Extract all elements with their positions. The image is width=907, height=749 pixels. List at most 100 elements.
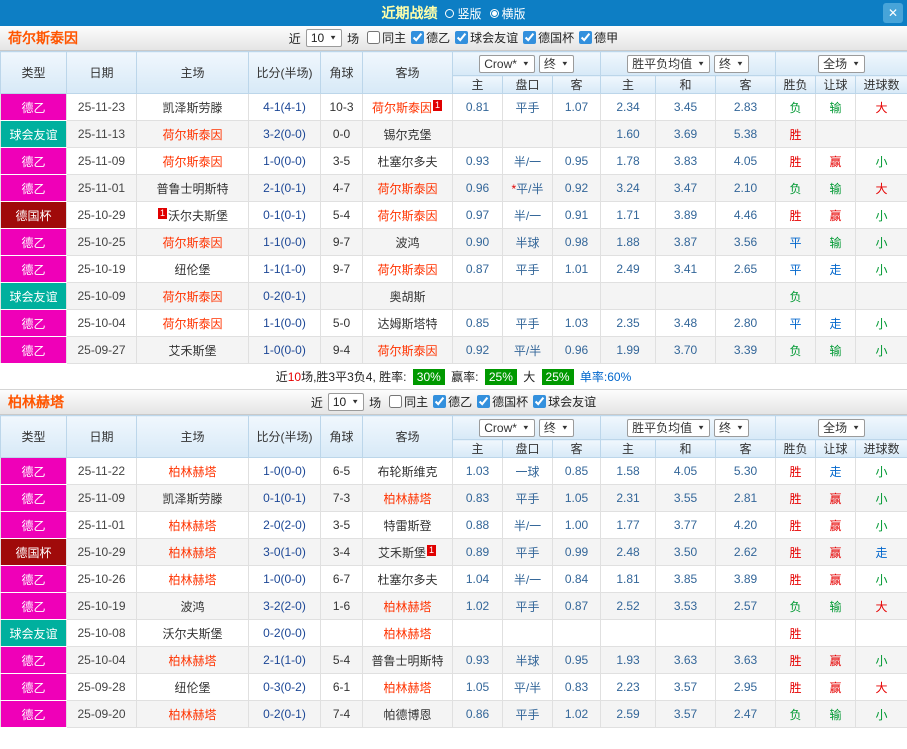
league-checkbox-input[interactable] xyxy=(389,395,403,408)
team-name-link[interactable]: 柏林赫塔 xyxy=(168,654,216,668)
league-filter-option[interactable]: 德国杯 xyxy=(523,29,574,46)
league-checkbox-input[interactable] xyxy=(411,31,425,44)
team-name-link[interactable]: 帕德博恩 xyxy=(383,708,431,722)
team-name-link[interactable]: 柏林赫塔 xyxy=(168,708,216,722)
away-team-cell: 荷尔斯泰因 xyxy=(362,201,453,229)
corner-cell: 9-4 xyxy=(320,336,363,364)
league-filter-option[interactable]: 德甲 xyxy=(579,29,618,46)
team-name-link[interactable]: 荷尔斯泰因 xyxy=(377,263,437,277)
team-name-link[interactable]: 波鸿 xyxy=(180,600,204,614)
league-checkbox-input[interactable] xyxy=(367,31,381,44)
ah-line-cell: 平手 xyxy=(502,484,553,512)
team-name-link[interactable]: 柏林赫塔 xyxy=(168,465,216,479)
team-name-link[interactable]: 柏林赫塔 xyxy=(383,627,431,641)
team-name-link[interactable]: 杜塞尔多夫 xyxy=(377,155,437,169)
eu-draw-odds-cell: 3.77 xyxy=(655,511,717,539)
league-filter-option[interactable]: 同主 xyxy=(389,393,428,410)
subheader-ah-away: 客 xyxy=(551,439,602,458)
league-checkbox-input[interactable] xyxy=(523,31,537,44)
match-count-select[interactable]: 10 ▼ xyxy=(327,393,365,411)
match-row: 德乙 25-10-26 柏林赫塔 1-0(0-0) 6-7 杜塞尔多夫 1.04 半/一 0.8… xyxy=(0,565,907,593)
odds-stage-select[interactable]: 终 ▼ xyxy=(538,54,574,73)
team-name-link[interactable]: 凯泽斯劳滕 xyxy=(162,101,222,115)
layout-horizontal-option[interactable]: 横版 xyxy=(489,5,526,22)
chevron-down-icon: ▼ xyxy=(329,34,338,42)
team-name-link[interactable]: 纽伦堡 xyxy=(174,681,210,695)
league-checkbox-input[interactable] xyxy=(477,395,491,408)
scope-select[interactable]: 全场 ▼ xyxy=(818,418,866,437)
match-count-select[interactable]: 10 ▼ xyxy=(305,29,343,47)
league-checkbox-label: 德乙 xyxy=(448,395,473,409)
team-name-link[interactable]: 波鸿 xyxy=(395,236,419,250)
chevron-down-icon: ▼ xyxy=(521,59,530,67)
match-row: 德国杯 25-10-29 1 沃尔夫斯堡 0-1(0-1) 5-4 荷尔斯泰因 0.97 半/一… xyxy=(0,201,907,229)
team-name-link[interactable]: 荷尔斯泰因 xyxy=(372,101,432,115)
col-header-corner: 角球 xyxy=(320,415,363,458)
league-filter-option[interactable]: 球会友谊 xyxy=(455,29,518,46)
matches-table: 类型 日期 主场 比分(半场) 角球 客场 Crow* ▼ 终 ▼ 胜平负均值 ▼ 终 ▼ … xyxy=(0,415,907,728)
home-team-cell: 荷尔斯泰因 xyxy=(136,147,249,175)
team-name-link[interactable]: 布轮斯维克 xyxy=(377,465,437,479)
team-name-link[interactable]: 特雷斯登 xyxy=(383,519,431,533)
layout-vertical-option[interactable]: 竖版 xyxy=(445,5,482,22)
team-name-link[interactable]: 奥胡斯 xyxy=(389,290,425,304)
team-name-link[interactable]: 柏林赫塔 xyxy=(383,681,431,695)
close-icon[interactable]: ✕ xyxy=(883,3,903,23)
europe-stage-select[interactable]: 终 ▼ xyxy=(714,54,749,73)
eu-home-odds-cell xyxy=(600,282,657,310)
odds-company-select[interactable]: Crow* ▼ xyxy=(479,54,535,73)
team-name-link[interactable]: 普鲁士明斯特 xyxy=(371,654,443,668)
result-cell: 平 xyxy=(775,255,817,283)
team-name-link[interactable]: 荷尔斯泰因 xyxy=(162,155,222,169)
ah-away-odds-cell: 0.95 xyxy=(551,646,602,674)
team-name-link[interactable]: 凯泽斯劳滕 xyxy=(162,492,222,506)
team-name-link[interactable]: 锡尔克堡 xyxy=(383,128,431,142)
team-name-link[interactable]: 沃尔夫斯堡 xyxy=(162,627,222,641)
team-name-link[interactable]: 荷尔斯泰因 xyxy=(162,236,222,250)
eu-draw-odds-cell: 3.55 xyxy=(655,484,717,512)
league-type-cell: 球会友谊 xyxy=(0,120,67,148)
team-name-link[interactable]: 柏林赫塔 xyxy=(383,600,431,614)
team-name-link[interactable]: 纽伦堡 xyxy=(174,263,210,277)
league-filter-option[interactable]: 德国杯 xyxy=(477,393,528,410)
team-name-link[interactable]: 杜塞尔多夫 xyxy=(377,573,437,587)
team-name-link[interactable]: 达姆斯塔特 xyxy=(377,317,437,331)
subheader-eu-draw: 和 xyxy=(655,75,717,94)
team-name-link[interactable]: 荷尔斯泰因 xyxy=(162,290,222,304)
team-name-link[interactable]: 沃尔夫斯堡 xyxy=(168,209,228,223)
league-filter-option[interactable]: 球会友谊 xyxy=(533,393,596,410)
odds-company-select[interactable]: Crow* ▼ xyxy=(479,418,535,437)
team-name-link[interactable]: 柏林赫塔 xyxy=(168,546,216,560)
league-checkbox-input[interactable] xyxy=(579,31,593,44)
team-name-link[interactable]: 艾禾斯堡 xyxy=(168,344,216,358)
team-name-link[interactable]: 普鲁士明斯特 xyxy=(156,182,228,196)
league-filter-option[interactable]: 同主 xyxy=(367,29,406,46)
score-cell: 2-1(0-1) xyxy=(248,174,321,202)
team-name-link[interactable]: 荷尔斯泰因 xyxy=(377,182,437,196)
home-team-cell: 柏林赫塔 xyxy=(136,700,249,728)
away-team-cell: 布轮斯维克 xyxy=(362,457,453,485)
league-checkbox-input[interactable] xyxy=(533,395,547,408)
result-cell: 负 xyxy=(775,592,817,620)
scope-select[interactable]: 全场 ▼ xyxy=(818,54,866,73)
team-name-link[interactable]: 柏林赫塔 xyxy=(383,492,431,506)
league-filter-option[interactable]: 德乙 xyxy=(411,29,450,46)
team-name-link[interactable]: 艾禾斯堡 xyxy=(378,546,426,560)
europe-odds-select[interactable]: 胜平负均值 ▼ xyxy=(627,54,711,73)
ah-away-odds-cell xyxy=(551,120,602,148)
team-name-link[interactable]: 荷尔斯泰因 xyxy=(377,344,437,358)
goals-result-cell: 小 xyxy=(855,700,907,728)
team-name-link[interactable]: 柏林赫塔 xyxy=(168,519,216,533)
team-name-link[interactable]: 荷尔斯泰因 xyxy=(162,128,222,142)
league-checkbox-input[interactable] xyxy=(433,395,447,408)
league-checkbox-input[interactable] xyxy=(455,31,469,44)
team-name-link[interactable]: 荷尔斯泰因 xyxy=(162,317,222,331)
odds-stage-select[interactable]: 终 ▼ xyxy=(538,418,574,437)
europe-odds-select[interactable]: 胜平负均值 ▼ xyxy=(627,418,711,437)
team-name-link[interactable]: 柏林赫塔 xyxy=(168,573,216,587)
ah-line-cell: 平/半 xyxy=(502,336,553,364)
europe-stage-select[interactable]: 终 ▼ xyxy=(714,418,749,437)
team-name-link[interactable]: 荷尔斯泰因 xyxy=(377,209,437,223)
match-row: 德乙 25-11-01 柏林赫塔 2-0(2-0) 3-5 特雷斯登 0.88 半/一 1.00… xyxy=(0,511,907,539)
league-filter-option[interactable]: 德乙 xyxy=(433,393,472,410)
